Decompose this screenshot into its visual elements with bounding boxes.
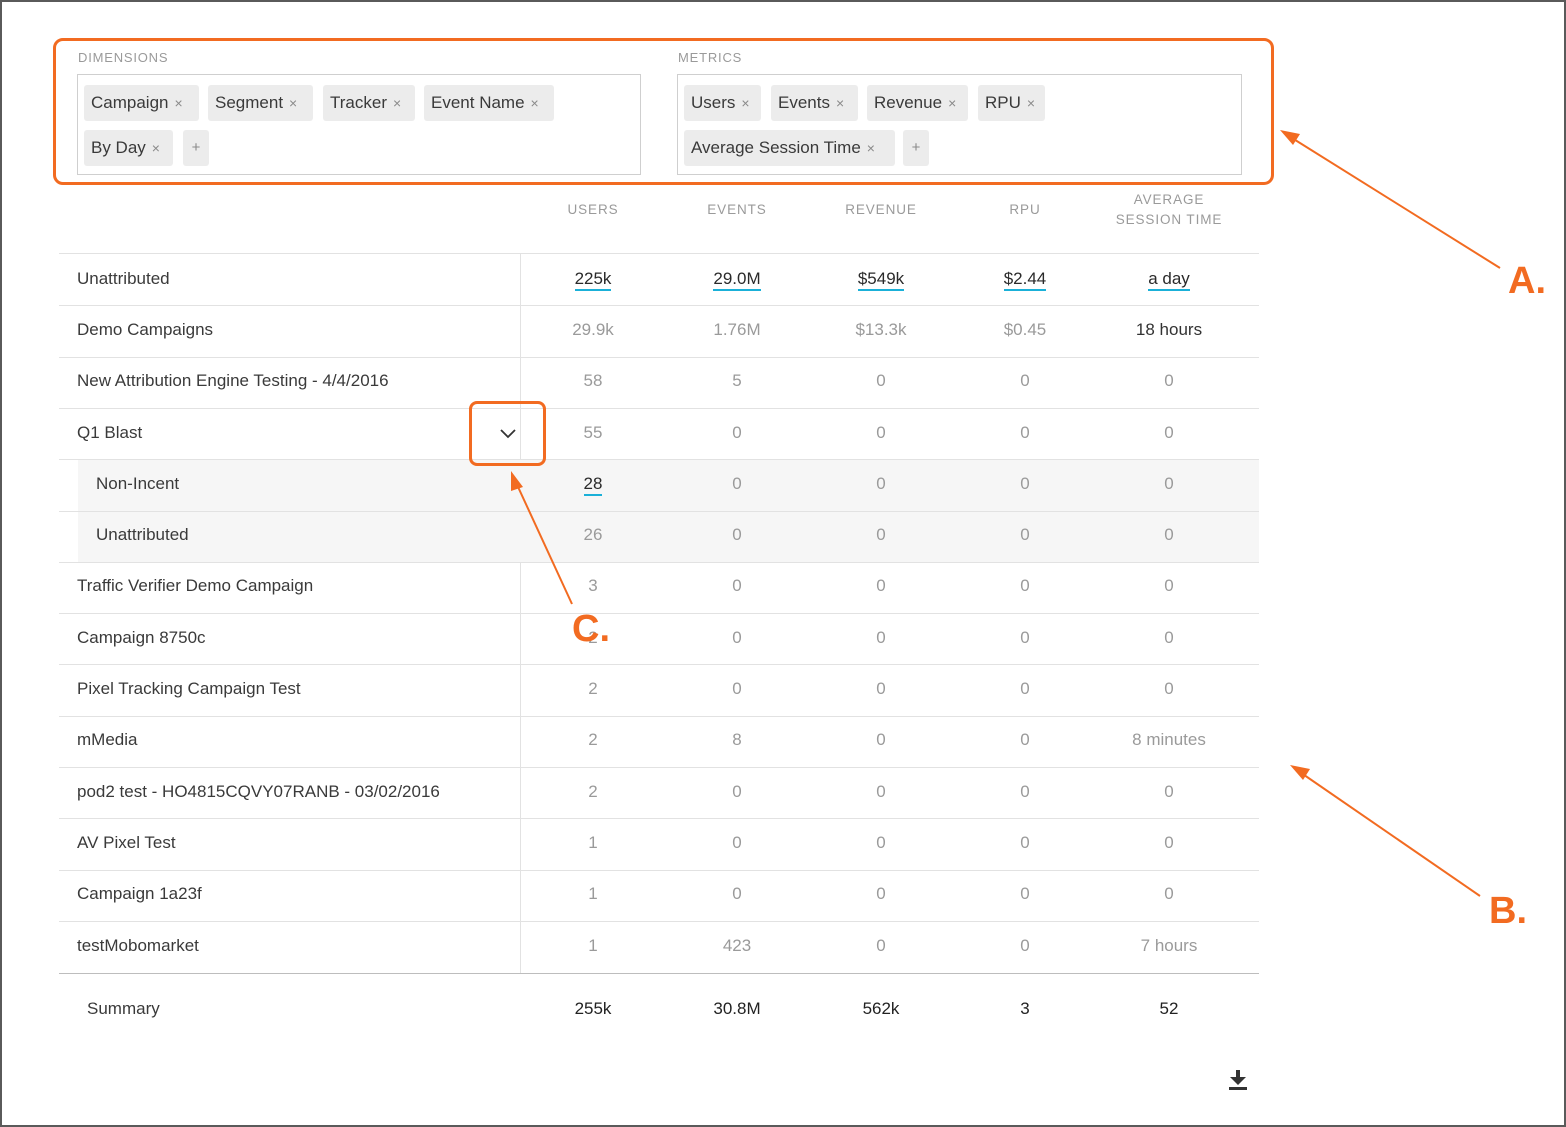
callout-a: A.	[1508, 260, 1546, 302]
callout-b: B.	[1489, 890, 1527, 932]
annotation-arrows	[511, 130, 1501, 897]
callout-c: C.	[572, 608, 610, 650]
